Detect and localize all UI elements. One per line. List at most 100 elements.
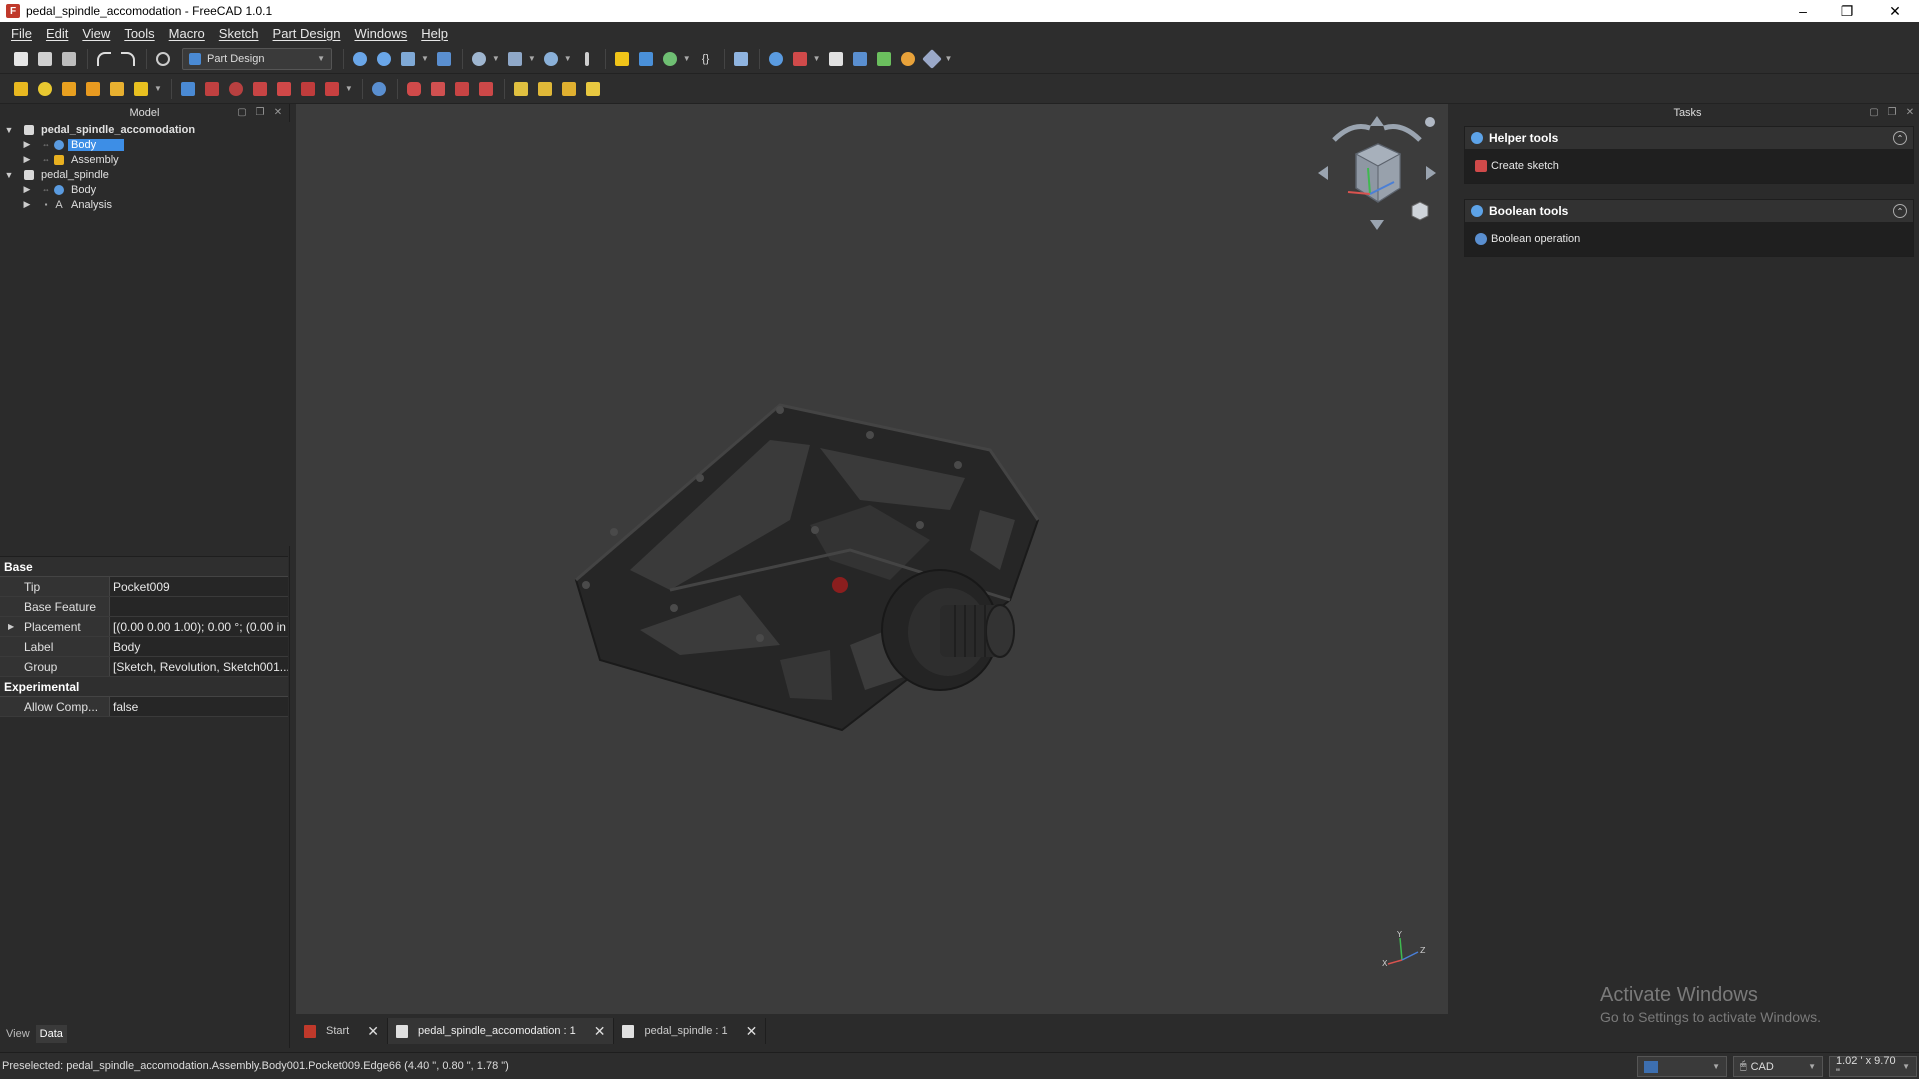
whats-this-button[interactable]: [730, 48, 752, 70]
redo-button[interactable]: [117, 48, 139, 70]
chevron-down-icon[interactable]: ▼: [345, 84, 353, 93]
property-row[interactable]: Allow Comp... false: [0, 697, 288, 717]
nav-down-arrow-icon[interactable]: [1370, 220, 1384, 230]
close-tab-icon[interactable]: ✕: [367, 1023, 379, 1040]
menu-tools[interactable]: Tools: [117, 26, 161, 41]
tab-data[interactable]: Data: [35, 1025, 67, 1043]
menu-file[interactable]: File: [4, 26, 39, 41]
minimize-button[interactable]: –: [1781, 0, 1825, 22]
additive-helix-button[interactable]: [106, 78, 128, 100]
workbench-selector[interactable]: Part Design ▼: [182, 47, 332, 70]
body-button[interactable]: [765, 48, 787, 70]
draw-style-button[interactable]: [397, 48, 419, 70]
doc-tab-start[interactable]: Start ✕: [296, 1018, 388, 1044]
multi-transform-button[interactable]: [582, 78, 604, 100]
close-panel-icon[interactable]: ✕: [272, 106, 284, 118]
collapse-icon[interactable]: ⌃: [1893, 131, 1907, 145]
property-value[interactable]: Pocket009: [110, 577, 288, 596]
hole-button[interactable]: [201, 78, 223, 100]
close-tab-icon[interactable]: ✕: [746, 1023, 758, 1040]
fillet-button[interactable]: [403, 78, 425, 100]
property-value[interactable]: [(0.00 0.00 1.00); 0.00 °; (0.00 in ...: [110, 617, 288, 636]
link-button[interactable]: [659, 48, 681, 70]
new-document-button[interactable]: [10, 48, 32, 70]
fit-selection-button[interactable]: [373, 48, 395, 70]
tree-item[interactable]: ▶ ▪ A Analysis: [0, 197, 290, 212]
doc-tab-pedal-spindle-accomodation[interactable]: pedal_spindle_accomodation : 1 ✕: [387, 1018, 615, 1044]
property-row[interactable]: Group [Sketch, Revolution, Sketch001...: [0, 657, 288, 677]
chevron-down-icon[interactable]: ▼: [813, 54, 821, 63]
chevron-down-icon[interactable]: ▼: [154, 84, 162, 93]
boolean-tools-header[interactable]: Boolean tools ⌃: [1465, 200, 1913, 222]
clone-button[interactable]: [921, 48, 943, 70]
subtractive-primitive-button[interactable]: [321, 78, 343, 100]
menu-view[interactable]: View: [75, 26, 117, 41]
chevron-down-icon[interactable]: ▼: [945, 54, 953, 63]
maximize-button[interactable]: ❐: [1825, 0, 1869, 22]
close-panel-icon[interactable]: ✕: [1904, 106, 1916, 118]
nav-left-arrow-icon[interactable]: [1318, 166, 1328, 180]
collapsed-arrow-icon[interactable]: ▶: [22, 139, 32, 150]
undock-panel-icon[interactable]: ❐: [1886, 106, 1898, 118]
boolean-button[interactable]: [368, 78, 390, 100]
create-group-button[interactable]: [635, 48, 657, 70]
menu-edit[interactable]: Edit: [39, 26, 75, 41]
pad-button[interactable]: [10, 78, 32, 100]
chevron-down-icon[interactable]: ▼: [564, 54, 572, 63]
chevron-down-icon[interactable]: ▼: [528, 54, 536, 63]
mirrored-button[interactable]: [510, 78, 532, 100]
create-part-button[interactable]: [611, 48, 633, 70]
menu-part-design[interactable]: Part Design: [266, 26, 348, 41]
nav-up-arrow-icon[interactable]: [1370, 116, 1384, 126]
menu-help[interactable]: Help: [414, 26, 455, 41]
float-panel-icon[interactable]: ▢: [236, 106, 248, 118]
close-button[interactable]: ✕: [1873, 0, 1917, 22]
property-row[interactable]: Tip Pocket009: [0, 577, 288, 597]
fit-all-button[interactable]: [349, 48, 371, 70]
subtractive-pipe-button[interactable]: [273, 78, 295, 100]
navigation-style-selector[interactable]: 🖱 CAD ▼: [1733, 1056, 1823, 1077]
menu-sketch[interactable]: Sketch: [212, 26, 266, 41]
datum-line-button[interactable]: [873, 48, 895, 70]
collapsed-arrow-icon[interactable]: ▶: [22, 154, 32, 165]
ruler-icon[interactable]: [576, 48, 598, 70]
property-row[interactable]: Base Feature: [0, 597, 288, 617]
notification-area[interactable]: ▼: [1637, 1056, 1727, 1077]
collapsed-arrow-icon[interactable]: ▶: [22, 184, 32, 195]
save-button[interactable]: [58, 48, 80, 70]
isometric-view-button[interactable]: [504, 48, 526, 70]
measure-button[interactable]: [540, 48, 562, 70]
tree-item[interactable]: ▶ ⇔ Body: [0, 182, 290, 197]
close-tab-icon[interactable]: ✕: [594, 1023, 606, 1040]
bounding-box-button[interactable]: [433, 48, 455, 70]
tree-item[interactable]: ▼ pedal_spindle: [0, 167, 290, 182]
tab-view[interactable]: View: [2, 1025, 34, 1043]
rotate-left-icon[interactable]: [1332, 124, 1371, 142]
boolean-operation-action[interactable]: Boolean operation: [1465, 222, 1913, 256]
create-sketch-action[interactable]: Create sketch: [1465, 149, 1913, 183]
property-value[interactable]: [Sketch, Revolution, Sketch001...: [110, 657, 288, 676]
subtractive-loft-button[interactable]: [249, 78, 271, 100]
chevron-down-icon[interactable]: ▼: [683, 54, 691, 63]
undo-button[interactable]: [93, 48, 115, 70]
property-value[interactable]: Body: [110, 637, 288, 656]
tree-item[interactable]: ▼ pedal_spindle_accomodation: [0, 122, 290, 137]
pedal-model[interactable]: [570, 400, 1110, 740]
undock-panel-icon[interactable]: ❐: [254, 106, 266, 118]
property-value[interactable]: false: [110, 697, 288, 716]
refresh-button[interactable]: [152, 48, 174, 70]
additive-pipe-button[interactable]: [82, 78, 104, 100]
rotate-right-icon[interactable]: [1383, 124, 1422, 142]
open-button[interactable]: [34, 48, 56, 70]
draft-button[interactable]: [451, 78, 473, 100]
view-menu-cube-icon[interactable]: [1411, 201, 1429, 221]
float-panel-icon[interactable]: ▢: [1868, 106, 1880, 118]
tree-item[interactable]: ▶ ⇔ Assembly: [0, 152, 290, 167]
revolution-button[interactable]: [34, 78, 56, 100]
additive-loft-button[interactable]: [58, 78, 80, 100]
groove-button[interactable]: [225, 78, 247, 100]
chevron-down-icon[interactable]: ▼: [492, 54, 500, 63]
property-value[interactable]: [110, 597, 288, 616]
additive-primitive-button[interactable]: [130, 78, 152, 100]
validate-sketch-button[interactable]: [825, 48, 847, 70]
